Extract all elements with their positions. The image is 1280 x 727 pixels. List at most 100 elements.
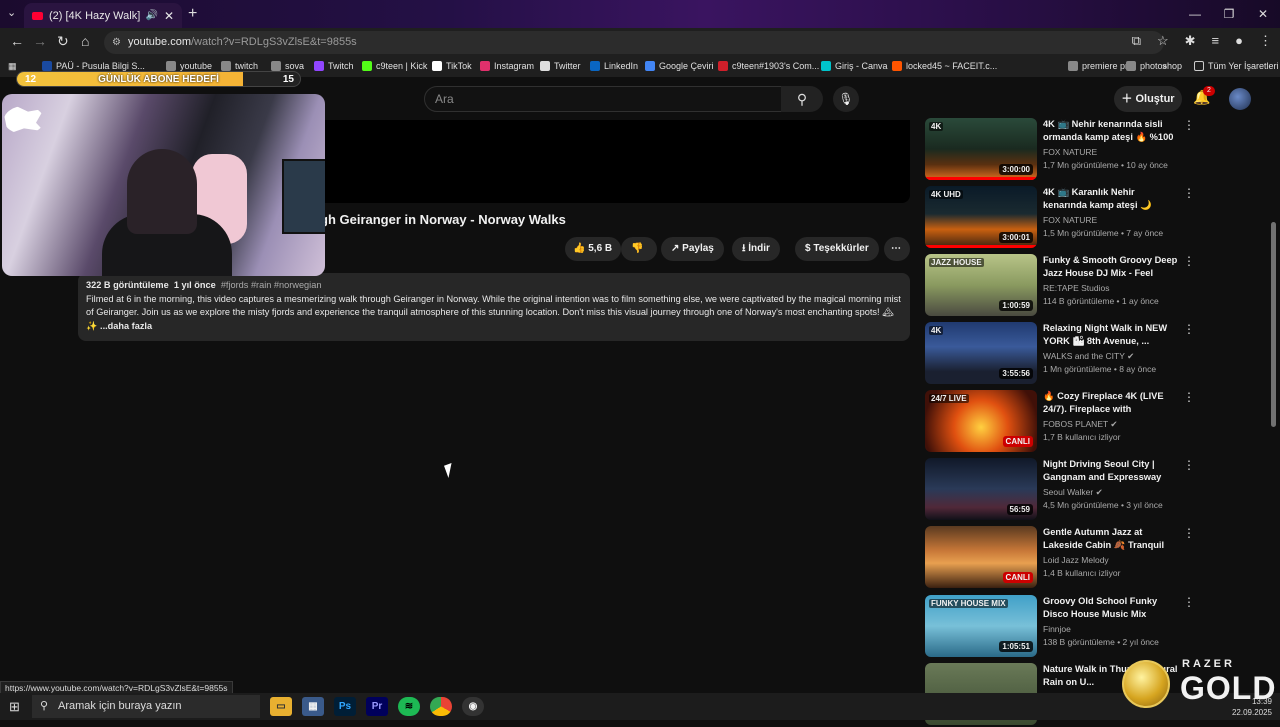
video-thumbnail[interactable]: 24/7 LIVE CANLI: [925, 390, 1037, 452]
channel-name[interactable]: FOX NATURE: [1043, 147, 1097, 157]
more-options-icon[interactable]: ⋮: [1183, 254, 1195, 268]
recommendation-title[interactable]: 4K 📺 Karanlık Nehir kenarında kamp ateşi…: [1043, 186, 1181, 213]
all-bookmarks[interactable]: Tüm Yer İşaretleri: [1194, 61, 1279, 71]
close-window-icon[interactable]: ✕: [1246, 0, 1280, 28]
recommendation-title[interactable]: Groovy Old School Funky Disco House Musi…: [1043, 595, 1181, 621]
channel-name[interactable]: Finnjoe: [1043, 624, 1071, 634]
recommendation-title[interactable]: 🔥 Cozy Fireplace 4K (LIVE 24/7). Firepla…: [1043, 390, 1181, 417]
voice-search-button[interactable]: 🎙: [833, 86, 859, 112]
new-tab-icon[interactable]: +: [188, 5, 197, 23]
channel-name[interactable]: FOX NATURE: [1043, 215, 1097, 225]
browser-tab-active[interactable]: (2) [4K Hazy Walk] Early Mo 🔊 ✕: [24, 3, 182, 28]
recommendation-item[interactable]: 4K 3:55:56 Relaxing Night Walk in NEW YORK…: [925, 322, 1265, 386]
more-options-icon[interactable]: ⋮: [1183, 186, 1195, 200]
apps-icon[interactable]: ▦: [8, 61, 17, 72]
hashtags[interactable]: #fjords #rain #norwegian: [221, 280, 322, 290]
bookmark-item[interactable]: photoshop: [1126, 61, 1182, 71]
like-button[interactable]: 👍 5,6 B: [565, 237, 621, 261]
recommendation-title[interactable]: 4K 📺 Nehir kenarında sisli ormanda kamp …: [1043, 118, 1181, 145]
maximize-icon[interactable]: ❐: [1212, 0, 1246, 28]
calculator-icon[interactable]: ▦: [302, 697, 324, 716]
scrollbar[interactable]: [1271, 222, 1276, 427]
photoshop-icon[interactable]: Ps: [334, 697, 356, 716]
bookmark-star-icon[interactable]: ☆: [1157, 33, 1169, 49]
video-thumbnail[interactable]: 4K UHD 3:00:01: [925, 186, 1037, 248]
bookmark-item[interactable]: twitch: [221, 61, 258, 71]
bookmark-item[interactable]: c9teen#1903's Com...: [718, 61, 819, 71]
taskbar-search-input[interactable]: ⚲ Aramak için buraya yazın: [32, 695, 260, 718]
thanks-button[interactable]: $ Teşekkürler: [795, 237, 879, 261]
file-explorer-icon[interactable]: ▭: [270, 697, 292, 716]
video-thumbnail[interactable]: 56:59: [925, 458, 1037, 520]
more-options-icon[interactable]: ⋮: [1183, 118, 1195, 132]
share-button[interactable]: ↗ Paylaş: [661, 237, 724, 261]
more-bookmarks-icon[interactable]: »: [1162, 61, 1167, 71]
site-info-icon[interactable]: ⚙: [112, 31, 121, 54]
more-options-icon[interactable]: ⋮: [1183, 595, 1195, 609]
bookmark-item[interactable]: TikTok: [432, 61, 472, 71]
bookmark-item[interactable]: youtube: [166, 61, 212, 71]
search-input[interactable]: Ara: [424, 86, 782, 112]
dislike-button[interactable]: 👎: [621, 237, 657, 261]
bookmark-item[interactable]: Twitch: [314, 61, 354, 71]
profile-icon[interactable]: ●: [1235, 33, 1243, 49]
tab-list-icon[interactable]: ≡: [1212, 33, 1220, 49]
create-button[interactable]: ＋ Oluştur: [1114, 86, 1182, 112]
menu-icon[interactable]: ⋮: [1259, 33, 1272, 49]
close-tab-icon[interactable]: ✕: [164, 9, 174, 23]
more-options-icon[interactable]: ⋮: [1183, 458, 1195, 472]
windows-start-icon[interactable]: ⊞: [9, 699, 20, 715]
reload-icon[interactable]: ↻: [57, 33, 69, 50]
bookmark-item[interactable]: Giriş - Canva: [821, 61, 888, 71]
obs-icon[interactable]: ◉: [462, 697, 484, 716]
spotify-icon[interactable]: ≋: [398, 697, 420, 716]
video-thumbnail[interactable]: CANLI: [925, 526, 1037, 588]
speaker-icon[interactable]: 🔊: [145, 10, 157, 21]
recommendation-title[interactable]: Gentle Autumn Jazz at Lakeside Cabin 🍂 T…: [1043, 526, 1181, 553]
channel-name[interactable]: WALKS and the CITY ✔: [1043, 351, 1134, 362]
minimize-icon[interactable]: —: [1178, 0, 1212, 28]
channel-name[interactable]: RE:TAPE Studios: [1043, 283, 1109, 293]
back-icon[interactable]: ←: [10, 33, 24, 49]
channel-name[interactable]: Loid Jazz Melody: [1043, 555, 1109, 565]
address-bar[interactable]: ⚙ youtube.com/watch?v=RDLgS3vZlsE&t=9855…: [104, 31, 1164, 54]
download-button[interactable]: ⭳ İndir: [732, 237, 780, 261]
recommendation-item[interactable]: FUNKY HOUSE MIX 1:05:51 Groovy Old School …: [925, 595, 1265, 659]
tab-search-icon[interactable]: ⌄: [7, 6, 16, 19]
video-thumbnail[interactable]: 4K 3:00:00: [925, 118, 1037, 180]
channel-name[interactable]: Seoul Walker ✔: [1043, 487, 1103, 498]
install-icon[interactable]: ⧉: [1132, 33, 1141, 49]
bookmark-item[interactable]: Google Çeviri: [645, 61, 714, 71]
show-more-link[interactable]: ...daha fazla: [100, 321, 152, 331]
recommendation-item[interactable]: 24/7 LIVE CANLI 🔥 Cozy Fireplace 4K (LIVE …: [925, 390, 1265, 454]
video-thumbnail[interactable]: FUNKY HOUSE MIX 1:05:51: [925, 595, 1037, 657]
recommendation-title[interactable]: Funky & Smooth Groovy Deep Jazz House DJ…: [1043, 254, 1181, 281]
search-button[interactable]: ⚲: [781, 86, 823, 112]
recommendation-item[interactable]: 56:59 Night Driving Seoul City | Gangnam …: [925, 458, 1265, 522]
forward-icon[interactable]: →: [33, 33, 47, 49]
video-thumbnail[interactable]: JAZZ HOUSE 1:00:59: [925, 254, 1037, 316]
channel-name[interactable]: FOBOS PLANET ✔: [1043, 419, 1118, 430]
premiere-pro-icon[interactable]: Pr: [366, 697, 388, 716]
account-avatar[interactable]: [1229, 88, 1251, 110]
extensions-icon[interactable]: ✱: [1185, 33, 1196, 49]
chrome-icon[interactable]: [430, 697, 452, 716]
video-thumbnail[interactable]: 4K 3:55:56: [925, 322, 1037, 384]
more-actions-button[interactable]: ⋯: [884, 237, 910, 261]
bookmark-item[interactable]: PAÜ - Pusula Bilgi S...: [42, 61, 145, 71]
recommendation-item[interactable]: JAZZ HOUSE 1:00:59 Funky & Smooth Groovy D…: [925, 254, 1265, 318]
bookmark-item[interactable]: Twitter: [540, 61, 581, 71]
home-icon[interactable]: ⌂: [81, 33, 89, 49]
more-options-icon[interactable]: ⋮: [1183, 526, 1195, 540]
description-box[interactable]: 322 B görüntüleme 1 yıl önce #fjords #ra…: [78, 273, 910, 341]
more-options-icon[interactable]: ⋮: [1183, 322, 1195, 336]
bookmark-item[interactable]: c9teen | Kick: [362, 61, 427, 71]
more-options-icon[interactable]: ⋮: [1183, 390, 1195, 404]
bookmark-item[interactable]: sova: [271, 61, 304, 71]
recommendation-title[interactable]: Night Driving Seoul City | Gangnam and E…: [1043, 458, 1181, 485]
recommendation-title[interactable]: Relaxing Night Walk in NEW YORK 🏙 8th Av…: [1043, 322, 1181, 348]
bookmark-item[interactable]: locked45 ~ FACEIT.c...: [892, 61, 997, 71]
bookmark-item[interactable]: Instagram: [480, 61, 534, 71]
recommendation-item[interactable]: 4K UHD 3:00:01 4K 📺 Karanlık Nehir kenarın…: [925, 186, 1265, 250]
recommendation-item[interactable]: CANLI Gentle Autumn Jazz at Lakeside Cabi…: [925, 526, 1265, 590]
